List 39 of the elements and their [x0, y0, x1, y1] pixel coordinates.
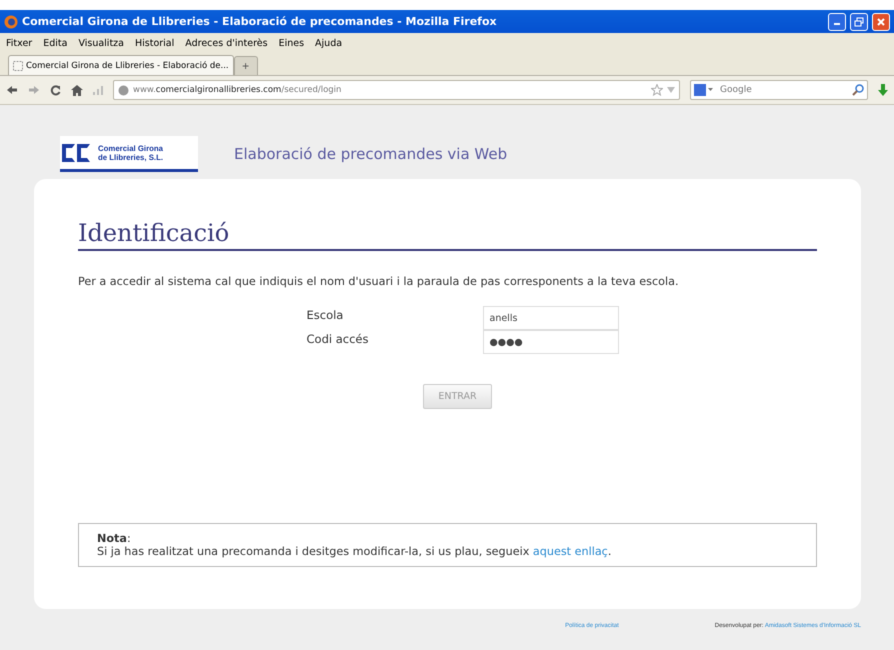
menu-item[interactable]: Historial — [134, 38, 174, 48]
menu-item[interactable]: Adreces d'interès — [185, 38, 268, 48]
input-field[interactable]: ●●●● — [482, 330, 618, 354]
browser-logo-icon — [4, 14, 18, 28]
restore-icon — [854, 16, 864, 26]
browser-tab[interactable]: Comercial Girona de Llibreries - Elaboració de... — [8, 55, 234, 75]
site-title: Elaboració de precomandes via Web — [234, 145, 508, 163]
intro-text: Per a accedir al sistema cal que indiquis el nom d'usuari i la paraula de pas corresponents a la teva escola. — [78, 275, 680, 288]
search-icon[interactable] — [852, 84, 864, 96]
field-label: Escola — [306, 307, 344, 324]
star-icon[interactable] — [651, 84, 663, 96]
back-button[interactable] — [6, 85, 18, 95]
home-button[interactable] — [71, 84, 83, 96]
globe-icon — [118, 84, 129, 96]
search-input[interactable]: Google — [718, 84, 848, 96]
page-heading: Identificació — [78, 219, 817, 251]
menu-item[interactable]: Edita — [43, 38, 68, 48]
close-icon — [876, 16, 886, 26]
edit-order-link[interactable]: aquest enllaç — [532, 545, 608, 558]
page-icon — [13, 60, 23, 70]
menu-item[interactable]: Ajuda — [315, 38, 342, 48]
note-text: Si ja has realitzat una precomanda i desitges modificar-la, si us plau, segueix aquest enllaç. — [97, 545, 612, 558]
address-bar[interactable]: www.comercialgironallibreries.com/secured/login — [113, 80, 680, 100]
signal-bars-icon — [93, 86, 103, 94]
field-label: Codi accés — [306, 331, 370, 348]
menu-item[interactable]: Fitxer — [6, 38, 32, 48]
close-button[interactable] — [872, 12, 890, 30]
minimize-button[interactable] — [828, 12, 846, 30]
note-title: Nota: — [97, 532, 132, 545]
window-title: Comercial Girona de Llibreries - Elaboració de precomandes - Mozilla Firefox — [22, 15, 498, 28]
new-tab-button[interactable]: + — [234, 56, 258, 75]
restore-button[interactable] — [850, 12, 868, 30]
menu-item[interactable]: Eines — [278, 38, 304, 48]
search-field[interactable]: Google — [690, 80, 868, 100]
download-arrow-icon[interactable] — [878, 84, 888, 96]
search-engine-icon[interactable] — [694, 84, 714, 96]
menu-item[interactable]: Visualitza — [78, 38, 124, 48]
reload-button[interactable] — [50, 84, 61, 96]
input-field[interactable]: anells — [482, 306, 618, 330]
